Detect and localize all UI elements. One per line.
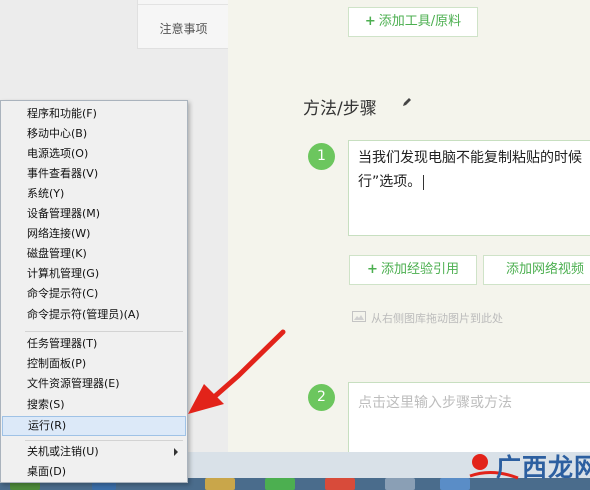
add-tools-button[interactable]: + 添加工具/原料 [348,7,478,37]
text-cursor [423,174,425,190]
add-reference-button[interactable]: + 添加经验引用 [349,255,477,285]
step-1-text: 当我们发现电脑不能复制粘贴的时候 行”选项。 [358,146,582,194]
menu-item-device-manager[interactable]: 设备管理器(M) [2,204,186,224]
folder-icon[interactable] [205,478,235,490]
menu-separator [25,331,183,332]
menu-item-computer-management[interactable]: 计算机管理(G) [2,264,186,284]
taskbar-app-icon[interactable] [385,478,415,490]
menu-item-system[interactable]: 系统(Y) [2,184,186,204]
menu-item-programs[interactable]: 程序和功能(F) [2,104,186,124]
side-tab-notes[interactable]: 注意事项 [137,0,230,49]
plus-icon: + [367,262,378,277]
menu-item-power-options[interactable]: 电源选项(O) [2,144,186,164]
step-1-line-2: 行”选项。 [358,174,422,190]
menu-separator [25,440,183,441]
menu-item-desktop[interactable]: 桌面(D) [2,462,186,482]
menu-item-shutdown[interactable]: 关机或注销(U) [2,442,186,462]
menu-item-shutdown-label: 关机或注销(U) [27,445,99,458]
menu-item-control-panel[interactable]: 控制面板(P) [2,354,186,374]
menu-item-network-connections[interactable]: 网络连接(W) [2,224,186,244]
step-number-1: 1 [308,143,335,170]
menu-item-mobility-center[interactable]: 移动中心(B) [2,124,186,144]
menu-item-event-viewer[interactable]: 事件查看器(V) [2,164,186,184]
step-1-textarea[interactable]: 当我们发现电脑不能复制粘贴的时候 行”选项。 [348,140,590,236]
add-video-label: 添加网络视频 [506,262,585,277]
step-2-placeholder: 点击这里输入步骤或方法 [358,395,512,411]
section-title: 方法/步骤 [303,99,377,119]
menu-item-task-manager[interactable]: 任务管理器(T) [2,334,186,354]
submenu-arrow-icon [174,448,178,456]
menu-item-command-prompt-admin[interactable]: 命令提示符(管理员)(A) [2,305,186,325]
menu-item-disk-management[interactable]: 磁盘管理(K) [2,244,186,264]
menu-item-search[interactable]: 搜索(S) [2,395,186,415]
step-number-2: 2 [308,384,335,411]
side-tab-label: 注意事项 [159,22,208,36]
add-video-button[interactable]: 添加网络视频 [483,255,590,285]
add-tools-label: 添加工具/原料 [378,14,462,29]
menu-item-file-explorer[interactable]: 文件资源管理器(E) [2,374,186,394]
browser-icon[interactable] [265,478,295,490]
image-drop-hint: 从右侧图库拖动图片到此处 [371,312,503,325]
menu-item-run[interactable]: 运行(R) [2,416,186,436]
context-menu: 程序和功能(F) 移动中心(B) 电源选项(O) 事件查看器(V) 系统(Y) … [0,100,188,483]
image-icon [352,311,366,322]
add-reference-label: 添加经验引用 [380,262,459,277]
watermark-text: 广西龙网 [496,453,590,482]
taskbar-app-icon[interactable] [325,478,355,490]
menu-item-command-prompt[interactable]: 命令提示符(C) [2,284,186,304]
plus-icon: + [364,14,376,29]
side-tab-divider [138,4,229,5]
step-1-line-1: 当我们发现电脑不能复制粘贴的时候 [358,150,582,166]
pencil-icon[interactable] [401,96,413,108]
